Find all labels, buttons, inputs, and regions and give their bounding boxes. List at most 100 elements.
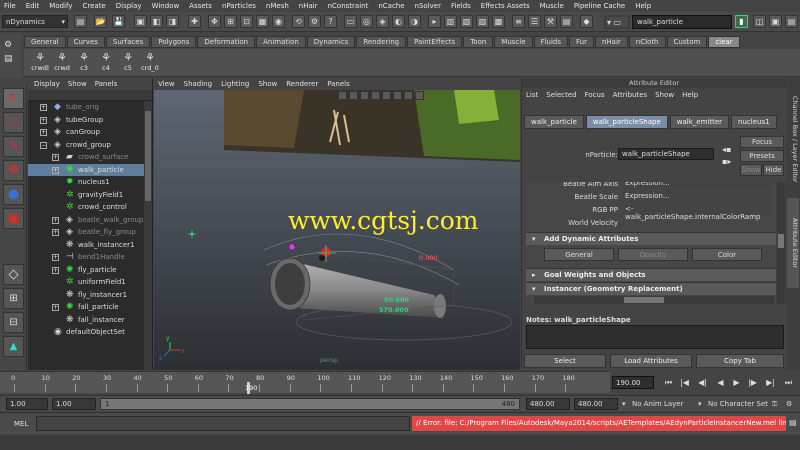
- shelf-tab-animation[interactable]: Animation: [256, 36, 306, 48]
- menu-muscle[interactable]: Muscle: [540, 2, 564, 10]
- expand-icon[interactable]: +: [52, 304, 59, 311]
- outliner-item[interactable]: + ✺ walk_particle: [28, 163, 152, 176]
- shelf-tab-custom[interactable]: Custom: [666, 36, 708, 48]
- menu-set-dropdown[interactable]: nDynamics ▾: [2, 15, 68, 28]
- shelf-tab-ncloth[interactable]: nCloth: [628, 36, 666, 48]
- anim-end-field[interactable]: 480.00: [526, 398, 570, 410]
- viewport-menu-renderer[interactable]: Renderer: [286, 80, 318, 88]
- isolate-icon[interactable]: [415, 91, 424, 100]
- four-layout-icon[interactable]: ⊞: [3, 288, 24, 309]
- shelf-button-c3[interactable]: ⚘ c3: [72, 51, 96, 72]
- paint-select-tool-icon[interactable]: ✎: [3, 136, 24, 157]
- notes-field[interactable]: [526, 325, 784, 349]
- viewport-menu-shading[interactable]: Shading: [184, 80, 212, 88]
- ae-menu-focus[interactable]: Focus: [585, 91, 605, 99]
- input-mode-icon[interactable]: ▸: [428, 15, 441, 28]
- render-settings-icon[interactable]: ◐: [392, 15, 405, 28]
- ae-menu-attributes[interactable]: Attributes: [613, 91, 648, 99]
- scale-tool-icon[interactable]: ▣: [3, 208, 24, 229]
- shelf-tab-curves[interactable]: Curves: [66, 36, 105, 48]
- load-attributes-button[interactable]: Load Attributes: [610, 354, 692, 368]
- viewport-menu-panels[interactable]: Panels: [327, 80, 350, 88]
- hide-button[interactable]: Hide: [763, 164, 784, 176]
- outliner-item[interactable]: ✲ crowd_control: [28, 201, 152, 214]
- menu-ncache[interactable]: nCache: [378, 2, 404, 10]
- shelf-tab-rendering[interactable]: Rendering: [356, 36, 407, 48]
- attribute-value-field[interactable]: <- walk_particleShape.internalColorRamp: [622, 204, 772, 221]
- go-to-start-icon[interactable]: ⏮: [662, 376, 675, 389]
- output-connection-icon[interactable]: ▪▸: [722, 157, 731, 166]
- ae-tab-nucleus1[interactable]: nucleus1: [731, 115, 777, 129]
- shelf-tab-general[interactable]: General: [24, 36, 66, 48]
- outliner-item[interactable]: ❋ fly_instancer1: [28, 289, 152, 302]
- ipr-render-icon[interactable]: ◈: [376, 15, 389, 28]
- mudbox-icon[interactable]: ▲: [3, 336, 24, 357]
- channel-box-tab[interactable]: Channel Box / Layer Editor: [787, 84, 799, 194]
- menu-help[interactable]: Help: [635, 2, 651, 10]
- viewport-menu-lighting[interactable]: Lighting: [221, 80, 249, 88]
- attribute-scroll-thumb[interactable]: [778, 234, 784, 248]
- history-icon[interactable]: ⟲: [292, 15, 305, 28]
- viewport-panel[interactable]: 0.000 50.000 570.000 persp y x z View Sha…: [154, 78, 520, 370]
- ae-menu-help[interactable]: Help: [682, 91, 698, 99]
- construction-icon[interactable]: ⚙: [308, 15, 321, 28]
- select-component-icon[interactable]: ◨: [166, 15, 179, 28]
- outliner-item[interactable]: ◉ defaultObjectSet: [28, 326, 152, 339]
- outliner-item[interactable]: ✲ gravityField1: [28, 189, 152, 202]
- lock-selection-icon[interactable]: ✚: [188, 15, 201, 28]
- input-connection-icon[interactable]: ◂▪: [722, 145, 731, 154]
- shelf-menu-icon[interactable]: ⚙: [4, 40, 12, 50]
- outliner-item[interactable]: + ◈ beatle_walk_group: [28, 214, 152, 227]
- copy-tab-button[interactable]: Copy Tab: [696, 354, 784, 368]
- ae-menu-list[interactable]: List: [526, 91, 538, 99]
- current-frame-field[interactable]: 190.00: [612, 376, 654, 389]
- expand-icon[interactable]: +: [52, 154, 59, 161]
- outliner-item[interactable]: + ▰ crowd_surface: [28, 151, 152, 164]
- menu-nparticles[interactable]: nParticles: [222, 2, 256, 10]
- render-icon[interactable]: ◎: [360, 15, 373, 28]
- shelf-options[interactable]: ⚙ ▤: [0, 34, 22, 78]
- shelf-tab-deformation[interactable]: Deformation: [197, 36, 256, 48]
- expand-icon[interactable]: +: [52, 254, 59, 261]
- ae-tab-walk_particleshape[interactable]: walk_particleShape: [585, 115, 668, 129]
- folder-icon[interactable]: ▤: [74, 15, 87, 28]
- shelf-tab-polygons[interactable]: Polygons: [151, 36, 197, 48]
- modeling-toolkit-icon[interactable]: ◆: [580, 15, 593, 28]
- shelf-tab-nhair[interactable]: nHair: [594, 36, 628, 48]
- render-view-icon[interactable]: ▭: [344, 15, 357, 28]
- layout-icon[interactable]: ▧: [460, 15, 473, 28]
- menu-nmesh[interactable]: nMesh: [266, 2, 289, 10]
- outliner-item[interactable]: + ✺ fly_particle: [28, 264, 152, 277]
- shelf-button-c4[interactable]: ⚘ c4: [94, 51, 118, 72]
- outliner-item[interactable]: + ◆ tube_orig: [28, 101, 152, 114]
- graph-icon[interactable]: ▥: [444, 15, 457, 28]
- ae-menu-selected[interactable]: Selected: [546, 91, 576, 99]
- quick-layout-icon[interactable]: ▩: [492, 15, 505, 28]
- menu-display[interactable]: Display: [116, 2, 142, 10]
- menu-create[interactable]: Create: [82, 2, 105, 10]
- menu-nsolver[interactable]: nSolver: [415, 2, 441, 10]
- node-name-field[interactable]: walk_particleShape: [618, 148, 714, 160]
- ae-menu-show[interactable]: Show: [655, 91, 674, 99]
- chevron-down-icon[interactable]: ▾: [622, 400, 626, 408]
- script-editor-icon[interactable]: ▤: [789, 418, 797, 427]
- shelf-tab-painteffects[interactable]: PaintEffects: [407, 36, 463, 48]
- open-scene-icon[interactable]: 📂: [94, 15, 107, 28]
- snap-grid-icon[interactable]: ✥: [208, 15, 221, 28]
- expand-icon[interactable]: +: [40, 129, 47, 136]
- command-input[interactable]: [36, 416, 410, 431]
- snap-point-icon[interactable]: ⊡: [240, 15, 253, 28]
- outliner-menu-panels[interactable]: Panels: [95, 80, 118, 88]
- preferences-icon[interactable]: ⚙: [786, 400, 792, 408]
- playback-range-bar[interactable]: 1 480: [100, 398, 520, 410]
- menu-nconstraint[interactable]: nConstraint: [328, 2, 369, 10]
- outliner-item[interactable]: − ◈ crowd_group: [28, 139, 152, 152]
- menu-modify[interactable]: Modify: [49, 2, 72, 10]
- sidebar-toggle-icon[interactable]: ◫: [753, 15, 766, 28]
- general-button[interactable]: General: [544, 248, 614, 261]
- shelf-tab-menu-icon[interactable]: ▤: [4, 54, 13, 64]
- select-object-icon[interactable]: ◧: [150, 15, 163, 28]
- help-icon[interactable]: ?: [324, 15, 337, 28]
- step-forward-icon[interactable]: |▶: [746, 376, 759, 389]
- outliner-item[interactable]: ❋ fall_instancer: [28, 314, 152, 327]
